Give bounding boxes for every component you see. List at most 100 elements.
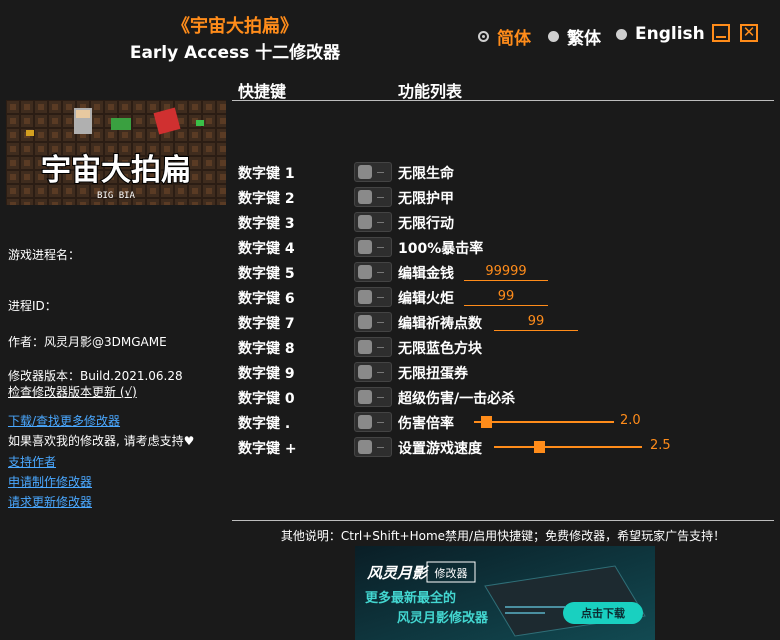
slider-track[interactable] — [474, 421, 614, 423]
hotkey-label: 数字键 0 — [238, 391, 295, 407]
toggle-dash — [377, 297, 384, 298]
feature-label: 无限行动 — [398, 216, 454, 232]
toggle-dash — [377, 322, 384, 323]
toggle-knob — [358, 390, 372, 404]
support-author-link[interactable]: 支持作者 — [8, 453, 56, 470]
cheat-toggle[interactable] — [354, 262, 392, 282]
cheat-row: 数字键 . 伤害倍率 2.0 — [238, 412, 778, 438]
cheat-row: 数字键 4 100%暴击率 — [238, 237, 778, 263]
cheat-row: 数字键 2 无限护甲 — [238, 187, 778, 213]
lang-label: 繁体 — [567, 29, 601, 49]
toggle-dash — [377, 222, 384, 223]
cheat-toggle[interactable] — [354, 437, 392, 457]
game-cover-image: 宇宙大拍扁 BIG BIA — [6, 100, 226, 205]
radio-icon — [616, 28, 627, 40]
hotkey-label: 数字键 2 — [238, 191, 295, 207]
process-id-label: 进程ID： — [8, 299, 57, 313]
cheat-row: 数字键 8 无限蓝色方块 — [238, 337, 778, 363]
cover-subtitle: BIG BIA — [97, 191, 136, 201]
banner-line2: 风灵月影修改器 — [397, 610, 489, 626]
toggle-dash — [377, 197, 384, 198]
toggle-dash — [377, 422, 384, 423]
banner-art: 风灵月影 修改器 更多最新最全的 风灵月影修改器 点击下载 — [355, 546, 655, 640]
footer-note: 其他说明：Ctrl+Shift+Home禁用/启用快捷键；免费修改器，希望玩家广… — [280, 529, 726, 543]
banner-line1: 更多最新最全的 — [365, 590, 456, 606]
minimize-button[interactable] — [712, 24, 730, 42]
slider-thumb[interactable] — [533, 441, 545, 453]
value-input[interactable] — [464, 287, 548, 306]
toggle-dash — [377, 397, 384, 398]
hotkey-label: 数字键 8 — [238, 341, 295, 357]
cover-art: 宇宙大拍扁 BIG BIA — [6, 100, 226, 205]
toggle-dash — [377, 172, 384, 173]
cheat-toggle[interactable] — [354, 212, 392, 232]
request-trainer-link[interactable]: 申请制作修改器 — [8, 473, 92, 490]
feature-label: 超级伤害/一击必杀 — [398, 391, 516, 407]
feature-label: 伤害倍率 — [398, 416, 454, 432]
process-name-label: 游戏进程名： — [8, 248, 81, 262]
cheat-row: 数字键 + 设置游戏速度 2.5 — [238, 437, 778, 463]
app-title: 《宇宙大拍扁》 — [172, 16, 298, 37]
hotkey-label: 数字键 7 — [238, 316, 295, 332]
cheat-row: 数字键 5 编辑金钱 — [238, 262, 778, 288]
feature-label: 设置游戏速度 — [398, 441, 482, 457]
cheat-toggle[interactable] — [354, 337, 392, 357]
toggle-knob — [358, 365, 372, 379]
download-more-link[interactable]: 下载/查找更多修改器 — [8, 412, 120, 429]
hotkey-label: 数字键 3 — [238, 216, 295, 232]
lang-english[interactable]: English — [616, 24, 705, 44]
toggle-dash — [377, 447, 384, 448]
cheat-toggle[interactable] — [354, 287, 392, 307]
cover-title: 宇宙大拍扁 — [41, 153, 191, 188]
cheat-row: 数字键 1 无限生命 — [238, 162, 778, 188]
toggle-knob — [358, 265, 372, 279]
feature-label: 编辑火炬 — [398, 291, 454, 307]
cheat-toggle[interactable] — [354, 312, 392, 332]
request-update-link[interactable]: 请求更新修改器 — [8, 493, 92, 510]
toggle-knob — [358, 165, 372, 179]
slider-thumb[interactable] — [481, 416, 492, 428]
feature-label: 编辑祈祷点数 — [398, 316, 482, 332]
cheat-toggle[interactable] — [354, 387, 392, 407]
toggle-knob — [358, 215, 372, 229]
ad-banner[interactable]: 风灵月影 修改器 更多最新最全的 风灵月影修改器 点击下载 — [355, 546, 655, 640]
radio-icon — [548, 31, 559, 42]
toggle-knob — [358, 190, 372, 204]
value-input[interactable] — [494, 312, 578, 331]
cheat-row: 数字键 7 编辑祈祷点数 — [238, 312, 778, 338]
feature-label: 无限护甲 — [398, 191, 454, 207]
version-text: 修改器版本：Build.2021.06.28 — [8, 369, 183, 383]
cheat-row: 数字键 3 无限行动 — [238, 212, 778, 238]
banner-tag: 修改器 — [435, 566, 468, 580]
cheat-toggle[interactable] — [354, 162, 392, 182]
value-input[interactable] — [464, 262, 548, 281]
radio-selected-icon — [478, 31, 489, 42]
app-subtitle: Early Access 十二修改器 — [129, 43, 341, 63]
toggle-knob — [358, 290, 372, 304]
cheat-toggle[interactable] — [354, 362, 392, 382]
hotkey-label: 数字键 . — [238, 416, 291, 432]
features-column-header: 功能列表 — [398, 82, 463, 101]
cheat-toggle[interactable] — [354, 412, 392, 432]
hotkey-label: 数字键 9 — [238, 366, 295, 382]
lang-simplified[interactable]: 简体 — [478, 24, 531, 49]
lang-label: English — [635, 24, 705, 44]
feature-label: 100%暴击率 — [398, 241, 484, 257]
hotkey-label: 数字键 + — [238, 441, 297, 457]
hotkey-column-header: 快捷键 — [238, 82, 287, 101]
toggle-knob — [358, 440, 372, 454]
toggle-knob — [358, 340, 372, 354]
lang-traditional[interactable]: 繁体 — [548, 24, 601, 49]
cheat-toggle[interactable] — [354, 237, 392, 257]
slider-track[interactable] — [494, 446, 642, 448]
toggle-dash — [377, 347, 384, 348]
check-update-link[interactable]: 检查修改器版本更新 (√) — [8, 383, 137, 400]
support-text: 如果喜欢我的修改器, 请考虑支持♥ — [8, 434, 195, 448]
cheat-toggle[interactable] — [354, 187, 392, 207]
toggle-knob — [358, 240, 372, 254]
cheat-row: 数字键 0 超级伤害/一击必杀 — [238, 387, 778, 413]
banner-download-button[interactable]: 点击下载 — [581, 606, 625, 620]
close-button[interactable]: ✕ — [740, 24, 758, 42]
feature-label: 编辑金钱 — [398, 266, 454, 282]
header-divider — [232, 100, 774, 101]
